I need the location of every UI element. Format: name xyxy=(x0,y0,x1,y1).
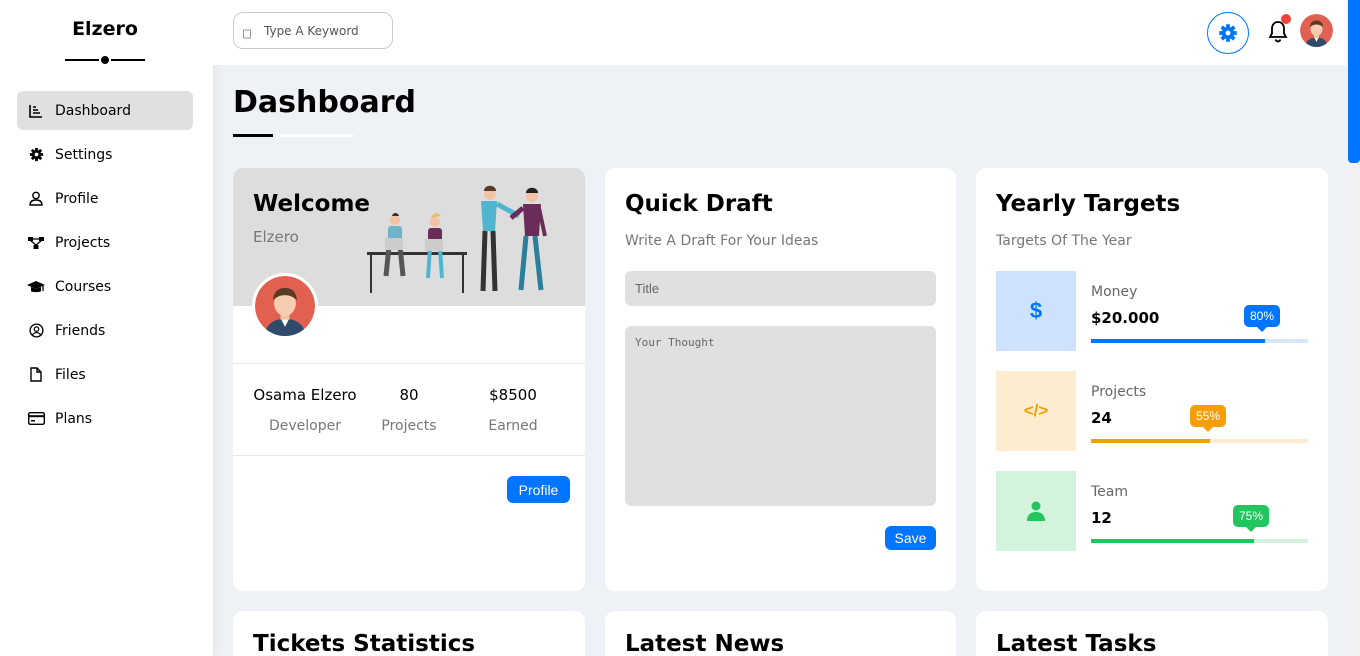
tickets-statistics-card: Tickets Statistics xyxy=(233,611,585,656)
sidebar-item-label: Courses xyxy=(55,278,112,295)
targets-title: Yearly Targets xyxy=(996,191,1181,217)
target-progress-track xyxy=(1091,339,1308,343)
latest-tasks-card: Latest Tasks xyxy=(976,611,1328,656)
target-money-icon-box: $ xyxy=(996,271,1076,351)
page-title: Dashboard xyxy=(233,85,416,120)
gear-icon xyxy=(1219,24,1237,42)
sidebar-item-profile[interactable]: Profile xyxy=(17,179,193,218)
sidebar-item-label: Settings xyxy=(55,146,113,163)
stat-value: $8500 xyxy=(489,386,537,404)
target-progress-track xyxy=(1091,439,1308,443)
targets-subtitle: Targets Of The Year xyxy=(996,233,1132,249)
draft-subtitle: Write A Draft For Your Ideas xyxy=(625,233,819,249)
top-header xyxy=(213,0,1360,65)
search-input[interactable] xyxy=(264,23,384,38)
card-title: Latest News xyxy=(625,631,785,656)
draft-title-field[interactable] xyxy=(625,271,936,306)
divider xyxy=(233,455,585,456)
card-title: Latest Tasks xyxy=(996,631,1157,656)
sidebar-item-plans[interactable]: Plans xyxy=(17,399,193,438)
target-label: Money xyxy=(1091,284,1138,300)
user-icon xyxy=(27,190,45,208)
credit-card-icon xyxy=(27,410,45,428)
user-circle-icon xyxy=(27,322,45,340)
target-value: 12 xyxy=(1091,509,1112,527)
scrollbar-thumb[interactable] xyxy=(1348,0,1360,163)
stat-value: 80 xyxy=(399,386,419,404)
sidebar-item-label: Plans xyxy=(55,410,93,427)
graduation-cap-icon xyxy=(27,278,45,296)
stat-earned: $8500 Earned xyxy=(453,386,573,434)
welcome-card: Welcome Elzero Osama Elzero Developer 80… xyxy=(233,168,585,591)
notification-badge xyxy=(1281,14,1291,24)
sidebar-item-dashboard[interactable]: Dashboard xyxy=(17,91,193,130)
sidebar-item-files[interactable]: Files xyxy=(17,355,193,394)
settings-button[interactable] xyxy=(1207,12,1249,54)
sidebar-item-courses[interactable]: Courses xyxy=(17,267,193,306)
target-progress-fill xyxy=(1091,439,1211,443)
sidebar-item-label: Dashboard xyxy=(55,102,131,119)
target-percent-badge: 75% xyxy=(1233,505,1270,532)
target-value: $20.000 xyxy=(1091,309,1160,327)
dollar-icon: $ xyxy=(1029,298,1043,323)
target-progress-track xyxy=(1091,539,1308,543)
target-projects-icon-box: </> xyxy=(996,371,1076,451)
chart-icon xyxy=(27,102,45,120)
sidebar-item-projects[interactable]: Projects xyxy=(17,223,193,262)
file-icon xyxy=(27,366,45,384)
target-value: 24 xyxy=(1091,409,1112,427)
sidebar-item-label: Friends xyxy=(55,322,106,339)
draft-body-field[interactable] xyxy=(625,326,936,506)
draft-title: Quick Draft xyxy=(625,191,773,217)
search-box[interactable] xyxy=(233,12,393,49)
draft-title-input[interactable] xyxy=(625,271,936,306)
target-percent-badge: 55% xyxy=(1190,405,1227,432)
sidebar-nav: Dashboard Settings Profile Projects Cour… xyxy=(17,91,193,443)
stat-value: Osama Elzero xyxy=(253,386,357,404)
profile-avatar xyxy=(252,273,318,339)
gear-icon xyxy=(27,146,45,164)
sidebar-item-settings[interactable]: Settings xyxy=(17,135,193,174)
welcome-subtitle: Elzero xyxy=(253,228,299,246)
logo: Elzero xyxy=(72,18,138,40)
sidebar-item-friends[interactable]: Friends xyxy=(17,311,193,350)
team-illustration xyxy=(367,185,547,293)
sidebar-item-label: Profile xyxy=(55,190,99,207)
yearly-targets-card: Yearly Targets Targets Of The Year $ Mon… xyxy=(976,168,1328,591)
profile-button[interactable]: Profile xyxy=(507,476,570,503)
code-icon: </> xyxy=(1023,401,1049,420)
logo-dot xyxy=(99,54,111,66)
target-team-icon-box xyxy=(996,471,1076,551)
card-title: Tickets Statistics xyxy=(253,631,476,656)
sidebar-item-label: Files xyxy=(55,366,86,383)
stat-label: Developer xyxy=(268,418,341,434)
search-icon xyxy=(242,25,252,38)
target-progress-fill xyxy=(1091,339,1265,343)
target-percent-badge: 80% xyxy=(1244,305,1281,332)
stat-label: Projects xyxy=(381,418,437,434)
divider xyxy=(233,363,585,364)
save-button[interactable]: Save xyxy=(885,526,936,550)
target-label: Projects xyxy=(1091,384,1147,400)
target-label: Team xyxy=(1091,484,1129,500)
draft-body-textarea[interactable] xyxy=(625,326,936,506)
sidebar-item-label: Projects xyxy=(55,234,111,251)
quick-draft-card: Quick Draft Write A Draft For Your Ideas… xyxy=(605,168,956,591)
sidebar: Elzero Dashboard Settings Profile Projec xyxy=(0,0,213,656)
user-icon xyxy=(1027,501,1045,521)
welcome-title: Welcome xyxy=(253,191,371,217)
target-progress-fill xyxy=(1091,539,1254,543)
title-underline xyxy=(233,134,273,137)
avatar[interactable] xyxy=(1300,14,1333,47)
diagram-icon xyxy=(27,234,45,252)
stat-label: Earned xyxy=(488,418,538,434)
stat-projects: 80 Projects xyxy=(349,386,469,434)
stat-name: Osama Elzero Developer xyxy=(245,386,365,434)
title-underline-light xyxy=(280,134,353,137)
latest-news-card: Latest News xyxy=(605,611,956,656)
